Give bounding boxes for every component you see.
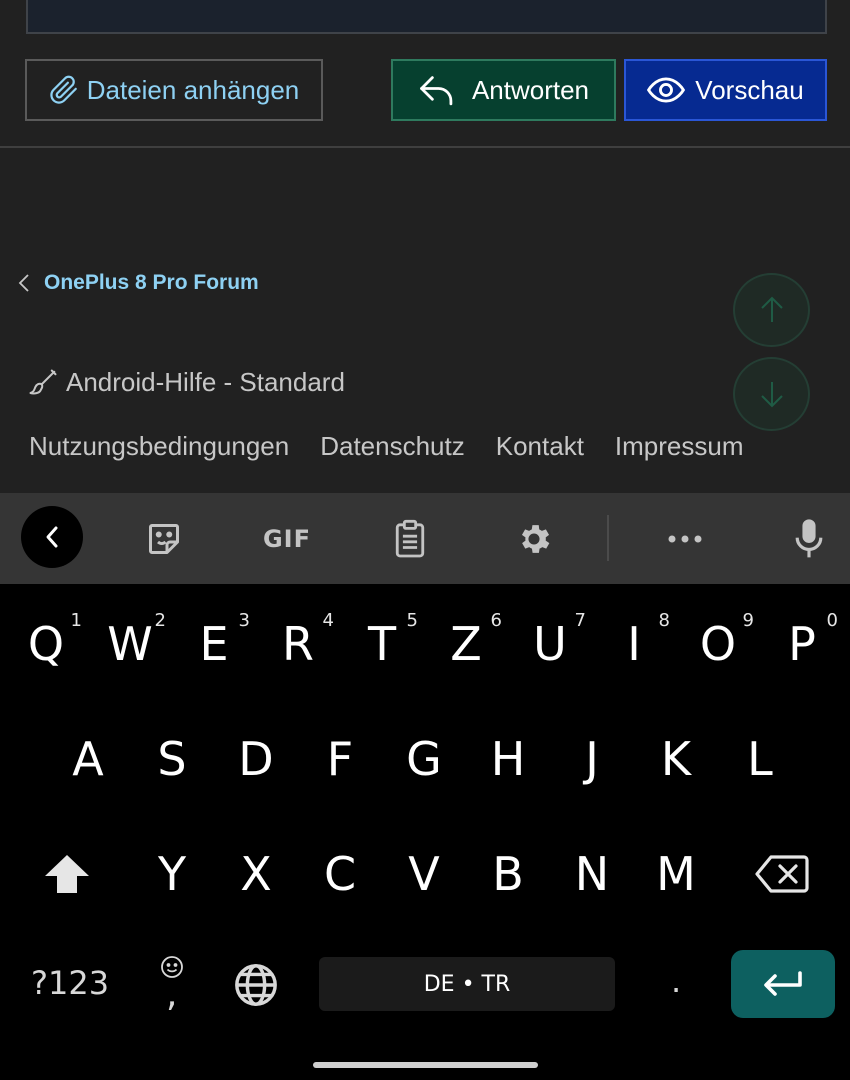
preview-label: Vorschau [695,74,804,105]
scroll-top-button[interactable] [733,273,810,347]
reply-label: Antworten [471,74,590,105]
footer-link-contact[interactable]: Kontakt [496,431,584,462]
screen: Dateien anhängen Antworten Vorschau OneP… [0,0,850,1080]
paperclip-icon [50,75,77,104]
footer-link-privacy[interactable]: Datenschutz [320,431,465,462]
key-j[interactable]: J [550,709,634,809]
key-q[interactable]: Q1 [4,594,88,694]
paintbrush-icon [29,369,57,394]
chevron-left-icon [18,274,29,292]
key-b[interactable]: B [466,824,550,924]
attach-files-button[interactable]: Dateien anhängen [25,59,323,121]
key-d[interactable]: D [214,709,298,809]
toolbar-separator [607,515,609,561]
key-f[interactable]: F [298,709,382,809]
breadcrumb-forum-link[interactable]: OnePlus 8 Pro Forum [18,271,259,295]
arrow-up-icon [760,296,783,322]
reply-icon [420,76,453,106]
arrow-down-icon [760,382,783,408]
key-o[interactable]: O9 [676,594,760,694]
eye-icon [647,77,686,103]
shift-icon [45,855,89,893]
key-i[interactable]: I8 [592,594,676,694]
key-v[interactable]: V [382,824,466,924]
key-n[interactable]: N [550,824,634,924]
style-label: Android-Hilfe - Standard [66,367,345,397]
shift-key[interactable] [25,824,109,924]
key-r[interactable]: R4 [256,594,340,694]
language-key[interactable] [230,961,282,1009]
chevron-left-icon [46,526,58,548]
key-z[interactable]: Z6 [424,594,508,694]
divider [0,146,850,148]
key-c[interactable]: C [298,824,382,924]
clipboard-icon [395,519,425,557]
backspace-icon [755,855,809,893]
toolbar-back-button[interactable] [21,506,83,568]
gif-label: GIF [262,524,312,553]
key-h[interactable]: H [466,709,550,809]
web-content: Dateien anhängen Antworten Vorschau OneP… [0,0,850,493]
key-s[interactable]: S [130,709,214,809]
key-k[interactable]: K [634,709,718,809]
sticker-icon [149,523,179,554]
reply-editor[interactable] [26,0,827,34]
key-a[interactable]: A [46,709,130,809]
comma-emoji-key[interactable]: , [150,952,196,1016]
key-e[interactable]: E3 [172,594,256,694]
key-m[interactable]: M [634,824,718,924]
keyboard-toolbar: GIF [0,493,850,584]
footer-link-imprint[interactable]: Impressum [615,431,744,462]
key-u[interactable]: U7 [508,594,592,694]
more-horizontal-icon [668,535,702,542]
attach-files-label: Dateien anhängen [86,74,300,105]
key-p[interactable]: P0 [760,594,844,694]
style-chooser[interactable]: Android-Hilfe - Standard [28,367,345,398]
sticker-button[interactable] [134,493,194,584]
space-bar[interactable]: DE • TR [319,957,615,1011]
gesture-handle[interactable] [313,1062,538,1068]
voice-input-button[interactable] [780,493,838,584]
key-t[interactable]: T5 [340,594,424,694]
scroll-bottom-button[interactable] [733,357,810,431]
enter-key[interactable] [731,950,835,1018]
clipboard-button[interactable] [380,493,440,584]
key-g[interactable]: G [382,709,466,809]
enter-icon [764,971,802,996]
breadcrumb-label: OnePlus 8 Pro Forum [44,271,259,294]
gear-icon [521,524,550,553]
symbols-key[interactable]: ?123 [31,964,109,1002]
key-l[interactable]: L [718,709,802,809]
key-y[interactable]: Y [130,824,214,924]
gif-button[interactable]: GIF [252,493,322,584]
reply-button[interactable]: Antworten [391,59,616,121]
preview-button[interactable]: Vorschau [624,59,827,121]
footer-link-terms[interactable]: Nutzungsbedingungen [29,431,289,462]
backspace-key[interactable] [740,824,824,924]
more-button[interactable] [655,493,715,584]
settings-button[interactable] [503,493,565,584]
key-w[interactable]: W2 [88,594,172,694]
key-x[interactable]: X [214,824,298,924]
period-key[interactable]: . [671,962,681,1000]
microphone-icon [795,518,823,557]
footer-links: Nutzungsbedingungen Datenschutz Kontakt … [29,431,775,462]
globe-icon [235,964,277,1006]
